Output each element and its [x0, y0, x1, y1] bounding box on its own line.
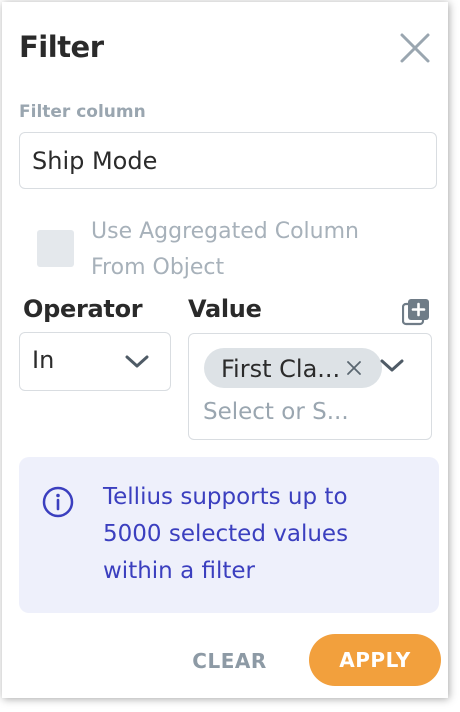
value-search-input[interactable] [203, 396, 418, 428]
filter-column-label: Filter column [19, 102, 146, 122]
chevron-down-icon[interactable] [379, 358, 405, 374]
value-chip-label: First Cla... [221, 355, 341, 383]
aggregated-checkbox[interactable] [37, 230, 74, 267]
value-label: Value [188, 295, 262, 323]
close-icon [400, 33, 430, 63]
chevron-down-icon [125, 355, 149, 368]
info-icon [42, 486, 74, 518]
info-text-line3: within a filter [103, 558, 255, 584]
info-banner: Tellius supports up to 5000 selected val… [19, 457, 439, 613]
value-chip: First Cla... [204, 348, 382, 388]
dialog-title: Filter [19, 30, 104, 64]
value-multiselect[interactable]: First Cla... [188, 333, 432, 440]
close-button[interactable] [393, 30, 433, 70]
remove-chip-icon[interactable] [346, 360, 362, 376]
info-text: Tellius supports up to 5000 selected val… [103, 479, 423, 590]
aggregated-label-line2: From Object [91, 255, 225, 280]
add-value-button[interactable] [401, 298, 430, 326]
aggregated-checkbox-label: Use Aggregated Column From Object [91, 214, 391, 286]
operator-selected-value: In [32, 346, 55, 374]
info-text-line1: Tellius supports up to [103, 484, 348, 510]
info-text-line2: 5000 selected values [103, 521, 349, 547]
add-filter-icon [401, 299, 429, 326]
apply-button[interactable]: APPLY [309, 634, 441, 686]
filter-column-input[interactable] [19, 132, 437, 189]
aggregated-label-line1: Use Aggregated Column [91, 219, 359, 244]
clear-button[interactable]: CLEAR [187, 643, 272, 679]
filter-dialog: Filter Filter column Use Aggregated Colu… [2, 2, 448, 698]
operator-select[interactable]: In [19, 332, 171, 391]
operator-label: Operator [23, 295, 143, 323]
